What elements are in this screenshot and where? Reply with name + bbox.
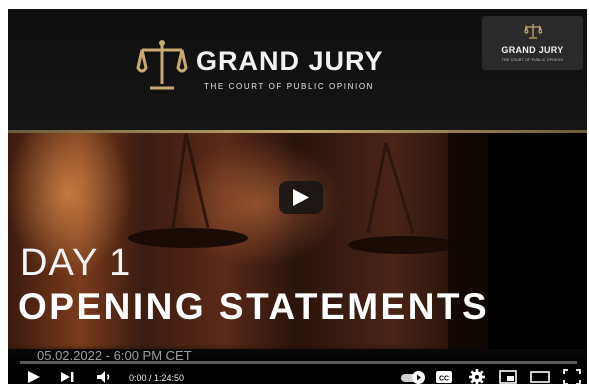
scene-right-black: [488, 133, 587, 349]
day-label: DAY 1: [20, 242, 132, 284]
next-icon[interactable]: [58, 366, 76, 384]
fullscreen-icon[interactable]: [561, 366, 583, 384]
video-player[interactable]: GRAND JURY THE COURT OF PUBLIC OPINION G…: [8, 9, 587, 384]
center-play-button[interactable]: [279, 181, 323, 214]
brand-title: GRAND JURY: [196, 46, 384, 76]
volume-icon[interactable]: [94, 366, 116, 384]
autoplay-toggle-icon[interactable]: [412, 371, 425, 384]
watermark-subtitle: THE COURT OF PUBLIC OPINION: [501, 58, 564, 62]
play-icon: [293, 189, 309, 206]
watermark-scales-icon: [524, 24, 542, 39]
play-icon[interactable]: [26, 366, 42, 384]
headline: OPENING STATEMENTS: [18, 286, 490, 327]
brand-subtitle: THE COURT OF PUBLIC OPINION: [204, 82, 375, 91]
svg-text:CC: CC: [439, 376, 449, 383]
title-banner: GRAND JURY THE COURT OF PUBLIC OPINION G…: [8, 9, 587, 130]
watermark-title: GRAND JURY: [501, 45, 564, 55]
progress-bar[interactable]: [20, 361, 577, 364]
time-display: 0:00 / 1:24:50: [129, 373, 185, 383]
theater-icon[interactable]: [529, 366, 551, 384]
scales-of-justice-icon: [136, 40, 188, 90]
channel-watermark[interactable]: GRAND JURY THE COURT OF PUBLIC OPINION: [482, 16, 583, 70]
settings-icon[interactable]: [466, 366, 488, 384]
miniplayer-icon[interactable]: [497, 366, 519, 384]
captions-icon[interactable]: CC: [433, 366, 455, 384]
